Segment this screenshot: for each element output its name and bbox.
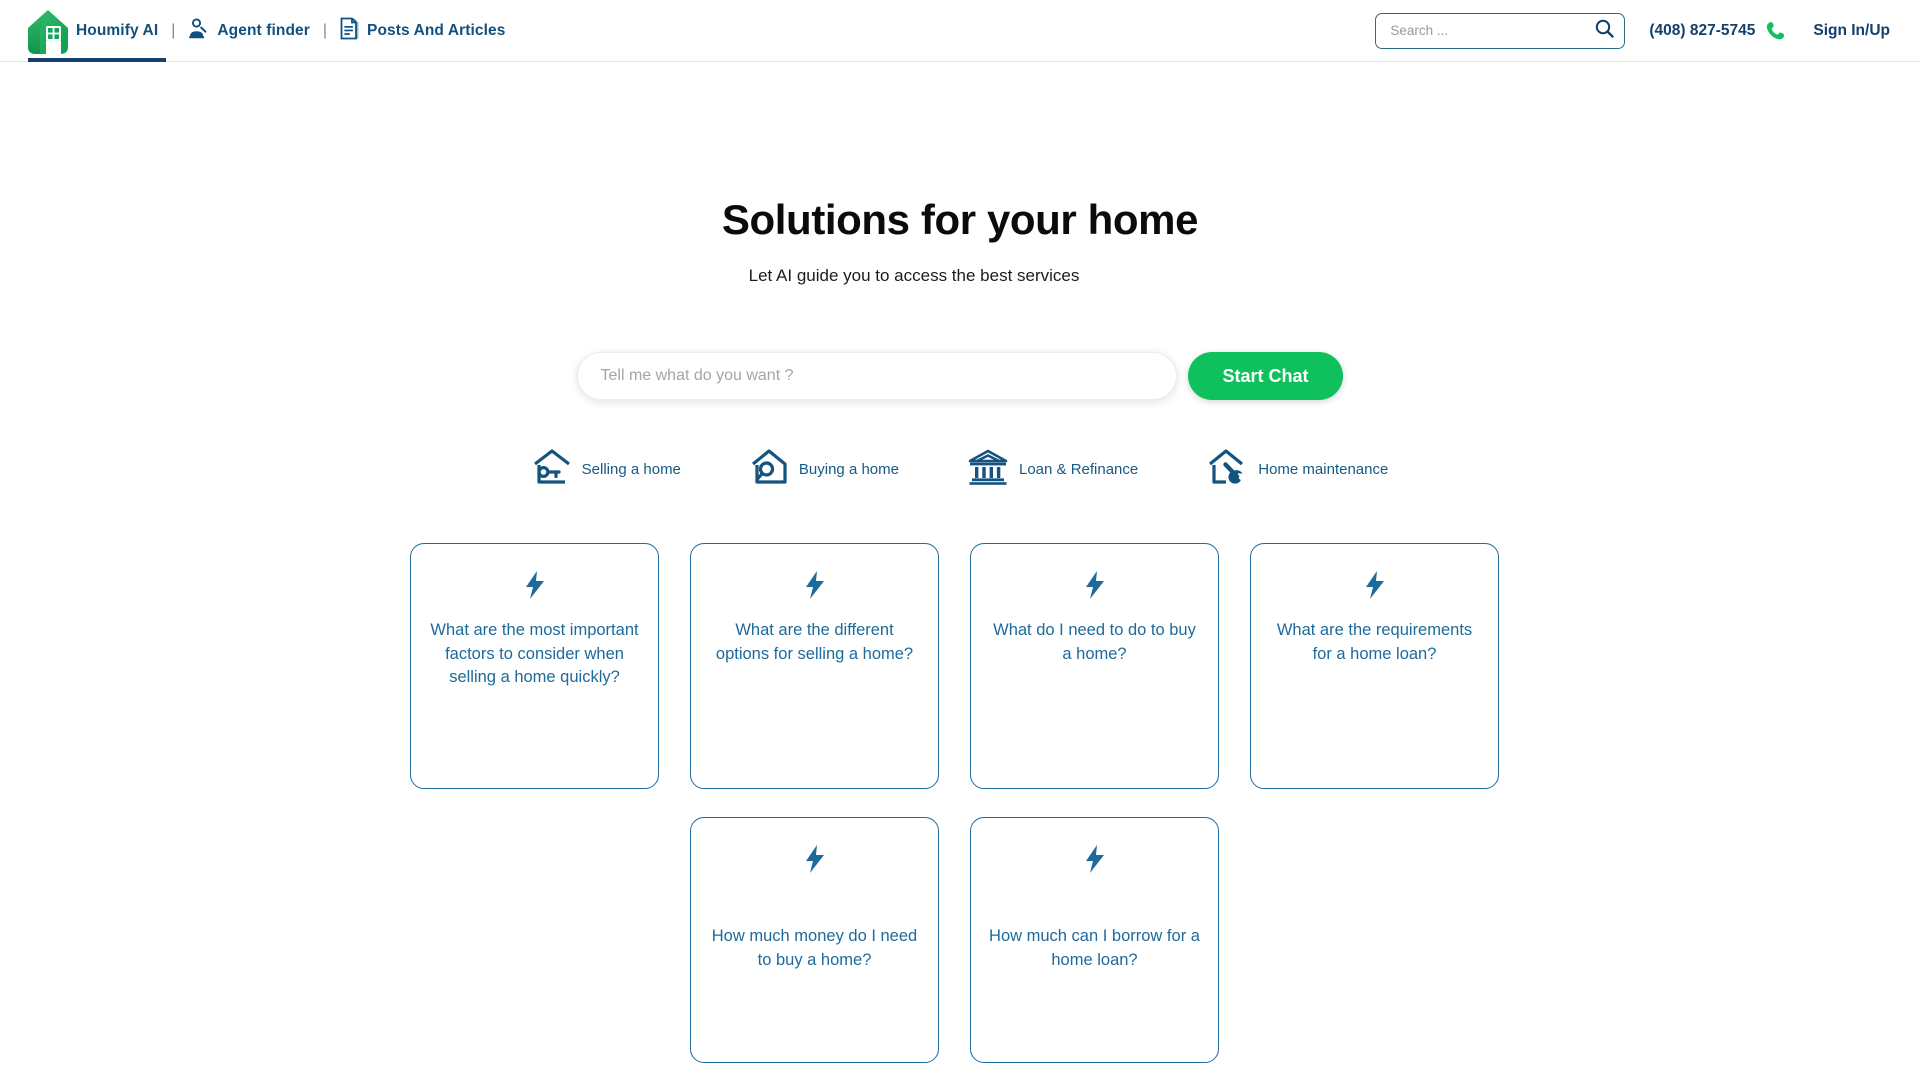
chat-bar: Start Chat [0, 352, 1920, 401]
bolt-icon [1082, 844, 1108, 879]
active-nav-underline [28, 58, 166, 62]
sign-in-up-link[interactable]: Sign In/Up [1813, 22, 1890, 40]
header-actions: (408) 827-5745 Sign In/Up [1375, 12, 1920, 49]
house-logo-icon[interactable] [26, 6, 70, 56]
category-label: Home maintenance [1258, 461, 1389, 479]
suggestion-card[interactable]: What are the different options for selli… [690, 543, 939, 790]
phone-number[interactable]: (408) 827-5745 [1649, 22, 1755, 40]
category-label: Loan & Refinance [1018, 461, 1139, 479]
nav-separator: | [171, 21, 176, 39]
suggestion-card[interactable]: What are the most important factors to c… [410, 543, 659, 790]
hero-subtitle: Let AI guide you to access the best serv… [748, 266, 1080, 286]
house-search-icon [749, 448, 789, 491]
suggestion-card-text: What are the requirements for a home loa… [1276, 621, 1473, 663]
page-title: Solutions for your home [721, 196, 1199, 243]
phone-icon[interactable] [1764, 20, 1786, 42]
bolt-icon [1082, 570, 1108, 605]
nav-item-agent-finder[interactable]: Agent finder [188, 17, 310, 44]
category-buying-a-home[interactable]: Buying a home [749, 448, 899, 491]
suggestion-cards-area: What are the most important factors to c… [0, 543, 1920, 1080]
nav-item-label: Houmify AI [76, 21, 159, 39]
agent-finder-icon [188, 17, 210, 44]
chat-input[interactable] [600, 367, 1155, 386]
category-label: Selling a home [581, 461, 681, 479]
start-chat-button[interactable]: Start Chat [1188, 352, 1343, 401]
nav-item-houmify-ai[interactable]: Houmify AI [76, 22, 158, 40]
category-label: Buying a home [798, 461, 899, 479]
search-box[interactable] [1375, 12, 1626, 49]
nav-item-label: Posts And Articles [367, 21, 506, 39]
bolt-icon [522, 570, 548, 605]
category-home-maintenance[interactable]: Home maintenance [1206, 448, 1388, 491]
suggestion-card-text: How much money do I need to buy a home? [711, 927, 918, 969]
suggestion-card[interactable]: How much can I borrow for a home loan? [970, 817, 1219, 1064]
house-wrench-icon [1206, 448, 1248, 491]
category-row: Selling a home Buying a home Loan & Refi… [0, 448, 1920, 491]
bolt-icon [802, 570, 828, 605]
document-icon [340, 17, 360, 45]
suggestion-card-text: How much can I borrow for a home loan? [989, 927, 1200, 969]
site-header: Houmify AI | Agent finder | Posts And Ar… [0, 0, 1920, 62]
category-selling-a-home[interactable]: Selling a home [532, 448, 681, 491]
suggestion-card[interactable]: How much money do I need to buy a home? [690, 817, 939, 1064]
suggestion-card[interactable]: What do I need to do to buy a home? [970, 543, 1219, 790]
bolt-icon [802, 844, 828, 879]
suggestion-card-text: What do I need to do to buy a home? [993, 621, 1196, 663]
search-icon[interactable] [1595, 19, 1615, 43]
nav-separator: | [322, 21, 328, 39]
nav-item-label: Agent finder [217, 21, 310, 39]
suggestion-card[interactable]: What are the requirements for a home loa… [1250, 543, 1499, 790]
category-loan-and-refinance[interactable]: Loan & Refinance [967, 448, 1138, 491]
nav-item-posts-and-articles[interactable]: Posts And Articles [340, 17, 505, 45]
chat-input-wrapper[interactable] [577, 352, 1178, 401]
suggestion-card-text: What are the different options for selli… [715, 621, 914, 663]
suggestion-card-row-2: How much money do I need to buy a home? … [410, 817, 1510, 1064]
hero-section: Solutions for your home Let AI guide you… [0, 62, 1920, 286]
bolt-icon [1362, 570, 1388, 605]
bank-icon [967, 448, 1009, 491]
search-input[interactable] [1390, 23, 1596, 38]
house-key-icon [532, 448, 572, 491]
suggestion-card-text: What are the most important factors to c… [430, 621, 639, 687]
suggestion-card-row-1: What are the most important factors to c… [410, 543, 1510, 790]
header-nav: Houmify AI | Agent finder | Posts And Ar… [0, 6, 506, 56]
